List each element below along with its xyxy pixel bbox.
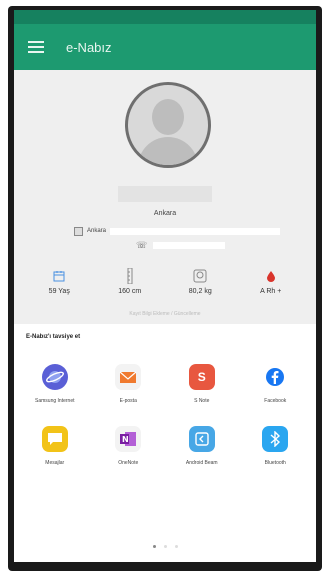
weight-scale-icon [165,268,236,284]
address-label: Ankara [87,228,107,234]
phone-screen: e-Nabız Ankara Ankara ☏ 59 Yaş 160 cm 80… [14,10,316,562]
stat-age-value: 59 Yaş [48,288,70,295]
share-app-label: Bluetooth [264,460,286,466]
share-app-label: E-posta [119,398,137,404]
profile-section: Ankara Ankara ☏ 59 Yaş 160 cm 80,2 kg A … [14,70,316,324]
share-app-samsung-internet[interactable]: Samsung Internet [18,364,92,404]
calendar-icon [24,268,95,284]
blood-drop-icon [236,268,307,284]
avatar-head-shape [152,99,184,135]
user-city: Ankara [153,210,177,217]
share-app-grid: Samsung Internet E-posta S S Note Facebo… [18,364,312,466]
height-ruler-icon [95,268,166,284]
health-stats: 59 Yaş 160 cm 80,2 kg A Rh + [24,268,306,295]
share-app-bluetooth[interactable]: Bluetooth [239,426,313,466]
stat-weight[interactable]: 80,2 kg [165,268,236,295]
user-name-redacted [118,186,212,202]
status-bar [14,10,316,24]
share-sheet-title: E-Nabız'ı tavsiye et [26,334,81,340]
android-beam-icon [188,426,215,452]
messages-icon [41,426,68,452]
address-redacted [110,227,281,235]
app-title: e-Nabız [66,39,112,55]
bluetooth-icon [262,426,289,452]
share-app-s-note[interactable]: S S Note [165,364,239,404]
phone-icon: ☏ [136,240,148,250]
share-app-label: S Note [194,398,210,404]
onenote-icon: N [115,426,142,452]
share-app-label: Facebook [264,398,287,404]
avatar-body-shape [138,137,198,165]
page-indicator [14,545,316,548]
hamburger-menu-icon[interactable] [28,41,44,53]
email-icon [115,364,142,390]
svg-text:N: N [122,435,129,444]
page-dot-active[interactable] [152,545,156,548]
page-dot[interactable] [174,545,178,548]
stat-blood[interactable]: A Rh + [236,268,307,295]
faint-note: Kayıt Bilgi Ekleme / Güncelleme [129,311,201,317]
share-app-label: OneNote [118,460,139,466]
samsung-internet-icon [41,364,68,390]
s-note-icon: S [188,364,215,390]
address-row: Ankara [74,226,281,236]
share-app-onenote[interactable]: N OneNote [92,426,166,466]
share-app-messages[interactable]: Mesajlar [18,426,92,466]
page-dot[interactable] [163,545,167,548]
share-app-facebook[interactable]: Facebook [239,364,313,404]
share-app-label: Android Beam [185,460,218,466]
phone-redacted [153,242,226,249]
avatar[interactable] [125,82,211,168]
phone-row: ☏ [136,240,226,251]
share-app-android-beam[interactable]: Android Beam [165,426,239,466]
stat-blood-value: A Rh + [260,288,282,295]
stat-weight-value: 80,2 kg [188,288,212,295]
stat-height[interactable]: 160 cm [95,268,166,295]
share-sheet: E-Nabız'ı tavsiye et Samsung Internet E-… [14,324,316,562]
location-icon [74,226,83,236]
share-app-email[interactable]: E-posta [92,364,166,404]
share-app-label: Samsung Internet [35,398,75,404]
app-bar: e-Nabız [14,24,316,70]
share-app-label: Mesajlar [45,460,65,466]
facebook-icon [262,364,289,390]
stat-height-value: 160 cm [118,288,142,295]
stat-age[interactable]: 59 Yaş [24,268,95,295]
